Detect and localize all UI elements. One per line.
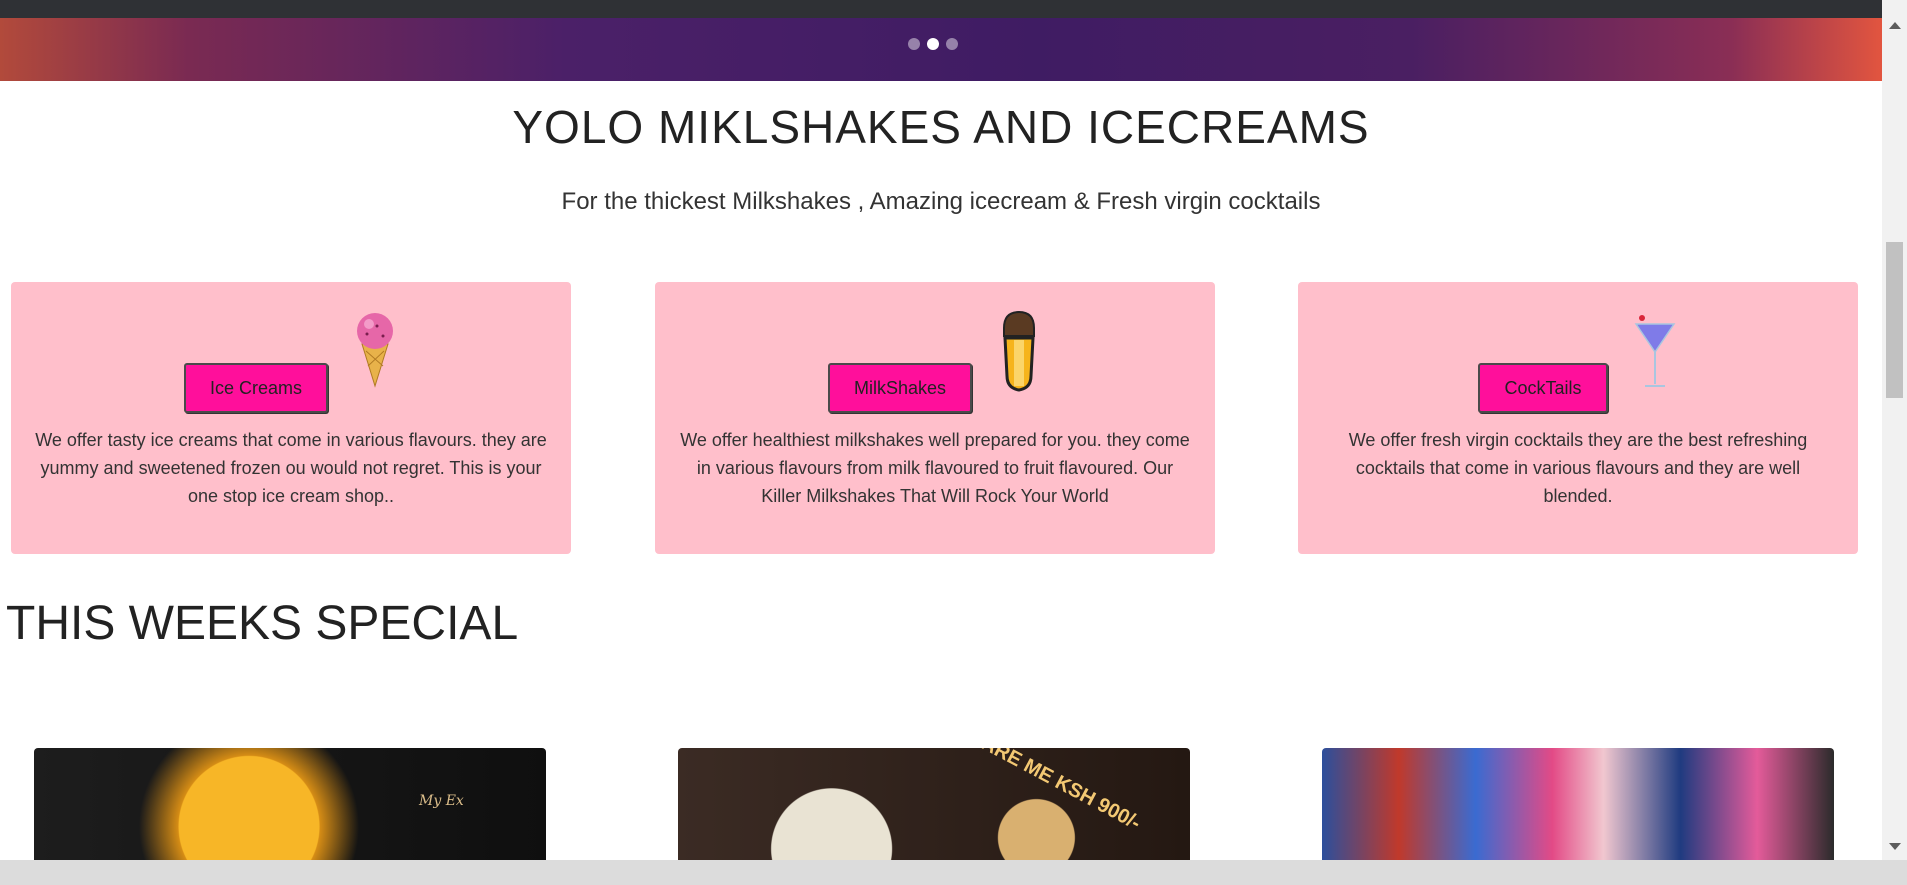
image-caption: DARE ME KSH 900/- bbox=[964, 748, 1144, 835]
page-subtitle: For the thickest Milkshakes , Amazing ic… bbox=[561, 188, 1321, 215]
card-milkshakes: MilkShakes We offer healthiest milkshake… bbox=[655, 282, 1215, 554]
cocktail-glass-icon bbox=[1634, 315, 1675, 387]
special-image-2[interactable]: DARE ME KSH 900/- bbox=[678, 748, 1190, 860]
card-cocktails: CockTails We offer fresh virgin cocktail… bbox=[1298, 282, 1858, 554]
page-title: YOLO MIKLSHAKES AND ICECREAMS bbox=[512, 101, 1370, 153]
scroll-up-arrow-icon[interactable] bbox=[1889, 22, 1901, 29]
browser-toolbar bbox=[0, 0, 1907, 18]
carousel-dot-2[interactable] bbox=[927, 38, 939, 50]
carousel-indicators bbox=[908, 38, 958, 50]
specials-heading: THIS WEEKS SPECIAL bbox=[6, 597, 519, 650]
card-description: We offer fresh virgin cocktails they are… bbox=[1348, 430, 1808, 506]
ice-creams-button[interactable]: Ice Creams bbox=[183, 363, 329, 413]
cocktails-button[interactable]: CockTails bbox=[1478, 363, 1608, 413]
carousel-dot-1[interactable] bbox=[908, 38, 920, 50]
milkshake-glass-icon bbox=[1003, 310, 1036, 392]
ice-cream-cone-icon bbox=[357, 313, 394, 388]
card-description: We offer healthiest milkshakes well prep… bbox=[680, 430, 1190, 506]
horizontal-scrollbar[interactable] bbox=[0, 860, 1907, 885]
carousel-dot-3[interactable] bbox=[946, 38, 958, 50]
card-ice-creams: Ice Creams We offer tasty ice creams tha… bbox=[11, 282, 571, 554]
scrollbar-thumb[interactable] bbox=[1886, 242, 1903, 398]
special-image-1[interactable]: My Ex bbox=[34, 748, 546, 860]
hero-carousel[interactable] bbox=[0, 18, 1882, 81]
vertical-scrollbar[interactable] bbox=[1882, 0, 1907, 860]
scroll-down-arrow-icon[interactable] bbox=[1889, 843, 1901, 850]
special-image-3[interactable] bbox=[1322, 748, 1834, 860]
image-caption: My Ex bbox=[419, 793, 464, 809]
card-description: We offer tasty ice creams that come in v… bbox=[35, 430, 547, 506]
milkshakes-button[interactable]: MilkShakes bbox=[827, 363, 973, 413]
